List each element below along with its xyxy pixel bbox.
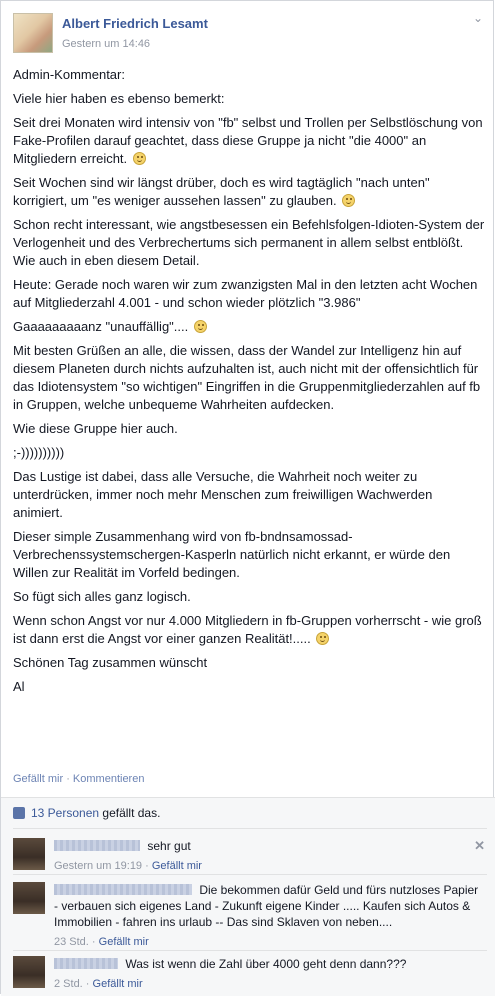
comment-like-link[interactable]: Gefällt mir: [99, 936, 149, 948]
like-link[interactable]: Gefällt mir: [13, 773, 63, 785]
post-paragraph: So fügt sich alles ganz logisch.: [13, 589, 191, 604]
post-paragraph: Gaaaaaaaaanz "unauffällig"....: [13, 318, 485, 336]
thumbs-up-icon: [13, 807, 25, 819]
post-paragraph: Heute: Gerade noch waren wir zum zwanzig…: [13, 277, 478, 310]
likers-link[interactable]: 13 Personen: [31, 806, 99, 820]
divider: [13, 828, 487, 829]
post-actions: Gefällt mir · Kommentieren: [13, 773, 144, 785]
comment-body: Die bekommen dafür Geld und fürs nutzlos…: [54, 882, 484, 950]
commenter-name-redacted[interactable]: [54, 884, 192, 895]
post-timestamp[interactable]: Gestern um 14:46: [62, 38, 150, 50]
post-paragraph-text: Seit Wochen sind wir längst drüber, doch…: [13, 175, 430, 208]
post-paragraph: Das Lustige ist dabei, dass alle Versuch…: [13, 469, 433, 520]
comment-time[interactable]: 2 Std.: [54, 978, 83, 990]
smiley-icon: [132, 152, 146, 165]
comment-link[interactable]: Kommentieren: [73, 773, 145, 785]
post-paragraph: Seit Wochen sind wir längst drüber, doch…: [13, 174, 485, 210]
post-paragraph: Schönen Tag zusammen wünscht: [13, 655, 208, 670]
post-paragraph: Mit besten Grüßen an alle, die wissen, d…: [13, 343, 481, 412]
post-paragraph: ;-)))))))))): [13, 445, 65, 460]
commenter-avatar[interactable]: [13, 838, 45, 870]
likes-suffix: gefällt das.: [102, 806, 161, 820]
post-paragraph: Wie auch in eben diesem Detail.: [13, 253, 200, 268]
close-icon[interactable]: ✕: [474, 838, 485, 854]
post-paragraph: Al: [13, 679, 25, 694]
post-paragraph: Seit drei Monaten wird intensiv von "fb"…: [13, 114, 485, 168]
comment-time[interactable]: 23 Std.: [54, 936, 89, 948]
post-paragraph-text: Wenn schon Angst vor nur 4.000 Mitgliede…: [13, 613, 482, 646]
comment-like-link[interactable]: Gefällt mir: [152, 860, 202, 872]
separator-dot: ·: [66, 773, 73, 785]
commenter-avatar[interactable]: [13, 882, 45, 914]
divider: [13, 874, 487, 875]
post-paragraph: Wenn schon Angst vor nur 4.000 Mitgliede…: [13, 612, 485, 648]
feed-post: Albert Friedrich Lesamt Gestern um 14:46…: [0, 0, 495, 996]
smiley-icon: [316, 632, 330, 645]
comment-time[interactable]: Gestern um 19:19: [54, 860, 142, 872]
post-paragraph: Dieser simple Zusammenhang wird von fb-b…: [13, 529, 451, 580]
smiley-icon: [342, 194, 356, 207]
comment-meta: 23 Std. · Gefällt mir: [54, 936, 149, 948]
smiley-icon: [193, 320, 207, 333]
comment-meta: 2 Std. · Gefällt mir: [54, 978, 143, 990]
commenter-avatar[interactable]: [13, 956, 45, 988]
author-avatar[interactable]: [13, 13, 53, 53]
post-paragraph-text: Gaaaaaaaaanz "unauffällig"....: [13, 319, 189, 334]
comment-body: sehr gut Gestern um 19:19 · Gefällt mir: [54, 838, 484, 874]
post-paragraph: Admin-Kommentar:: [13, 67, 125, 82]
comments-section: 13 Personen gefällt das. sehr gut Gester…: [1, 797, 495, 996]
post-paragraph: Schon recht interessant, wie angstbesess…: [13, 217, 485, 250]
post-paragraph: Viele hier haben es ebenso bemerkt:: [13, 91, 225, 106]
post-paragraph-text: Seit drei Monaten wird intensiv von "fb"…: [13, 115, 483, 166]
author-name[interactable]: Albert Friedrich Lesamt: [62, 16, 208, 31]
comment-like-link[interactable]: Gefällt mir: [93, 978, 143, 990]
comment-body: Was ist wenn die Zahl über 4000 geht den…: [54, 956, 484, 992]
likes-summary: 13 Personen gefällt das.: [13, 806, 160, 820]
comment-text: Was ist wenn die Zahl über 4000 geht den…: [125, 957, 407, 971]
post-paragraph: Wie diese Gruppe hier auch.: [13, 421, 178, 436]
commenter-name-redacted[interactable]: [54, 840, 140, 851]
comment-meta: Gestern um 19:19 · Gefällt mir: [54, 860, 202, 872]
chevron-down-icon[interactable]: ⌄: [473, 11, 483, 25]
divider: [13, 950, 487, 951]
commenter-name-redacted[interactable]: [54, 958, 118, 969]
comment-text: sehr gut: [147, 839, 191, 853]
post-body: Admin-Kommentar: Viele hier haben es ebe…: [13, 66, 485, 702]
